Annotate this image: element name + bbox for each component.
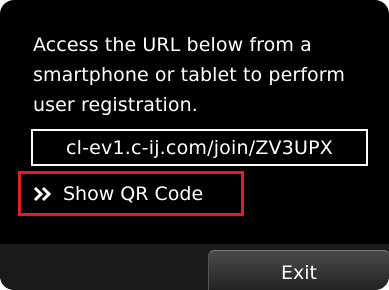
double-chevron-right-icon: [33, 186, 52, 201]
registration-url: cl-ev1.c-ij.com/join/ZV3UPX: [31, 129, 368, 166]
exit-button[interactable]: Exit: [208, 250, 389, 290]
registration-instructions: Access the URL below from a smartphone o…: [33, 34, 345, 116]
exit-button-label: Exit: [281, 261, 317, 284]
show-qr-code-label: Show QR Code: [63, 182, 204, 205]
show-qr-code-button[interactable]: Show QR Code: [18, 171, 244, 216]
printer-display-screen: Access the URL below from a smartphone o…: [0, 0, 389, 290]
